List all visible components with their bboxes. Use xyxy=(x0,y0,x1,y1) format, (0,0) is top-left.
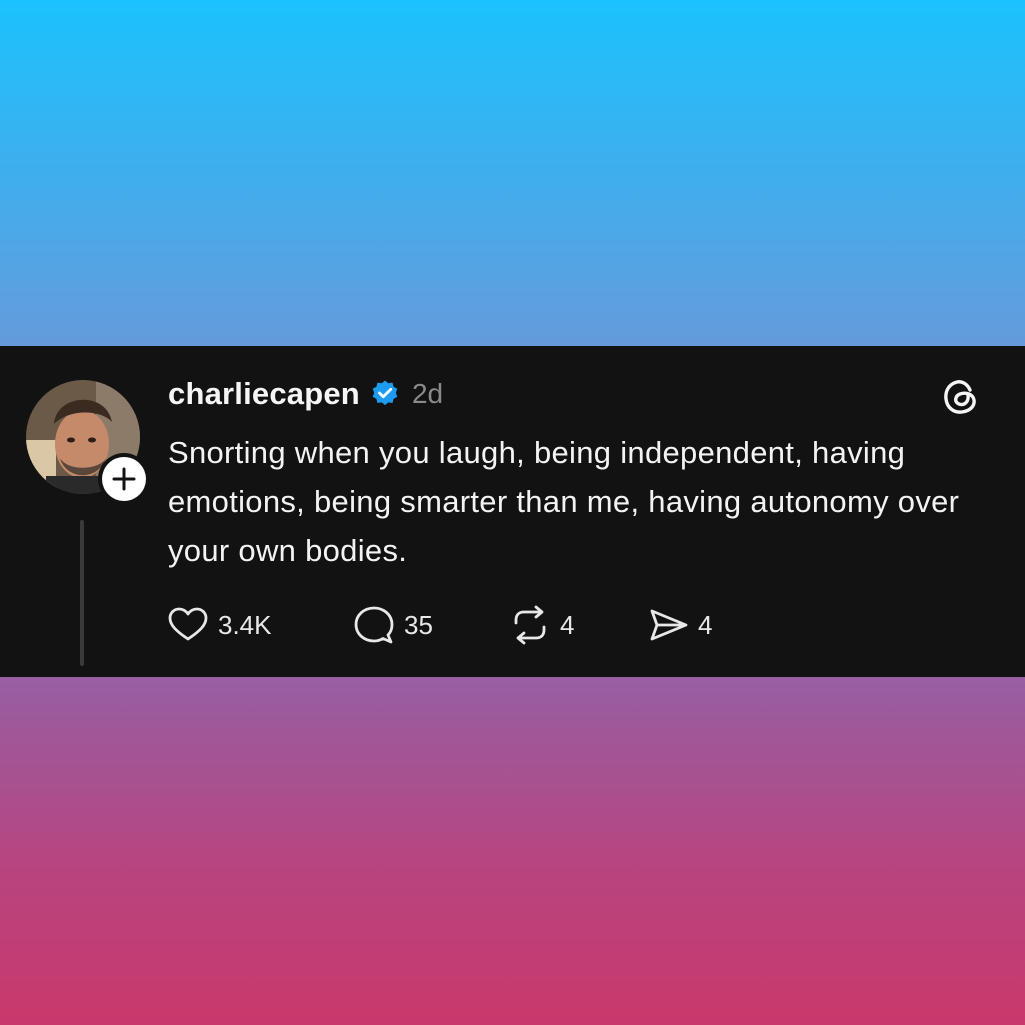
like-button[interactable]: 3.4K xyxy=(166,602,272,648)
post-header: charliecapen 2d xyxy=(168,372,443,416)
threads-logo-icon xyxy=(940,376,982,418)
reply-button[interactable]: 35 xyxy=(352,602,433,648)
verified-badge-icon xyxy=(370,379,400,409)
share-count: 4 xyxy=(698,609,713,640)
reply-count: 35 xyxy=(404,609,433,640)
comment-icon xyxy=(354,606,394,644)
post-timestamp: 2d xyxy=(411,378,444,409)
follow-button[interactable] xyxy=(98,453,150,505)
heart-icon xyxy=(168,607,208,641)
repost-count: 4 xyxy=(560,609,575,640)
plus-icon xyxy=(102,457,146,501)
post-text: Snorting when you laugh, being independe… xyxy=(168,435,960,568)
repost-icon xyxy=(514,605,546,645)
thread-line xyxy=(80,520,84,666)
username[interactable]: charliecapen xyxy=(168,376,360,412)
like-count: 3.4K xyxy=(218,609,272,640)
share-button[interactable]: 4 xyxy=(646,602,712,648)
repost-button[interactable]: 4 xyxy=(508,602,574,648)
send-icon xyxy=(650,609,688,641)
post-actions: 3.4K 35 4 4 xyxy=(166,602,866,648)
